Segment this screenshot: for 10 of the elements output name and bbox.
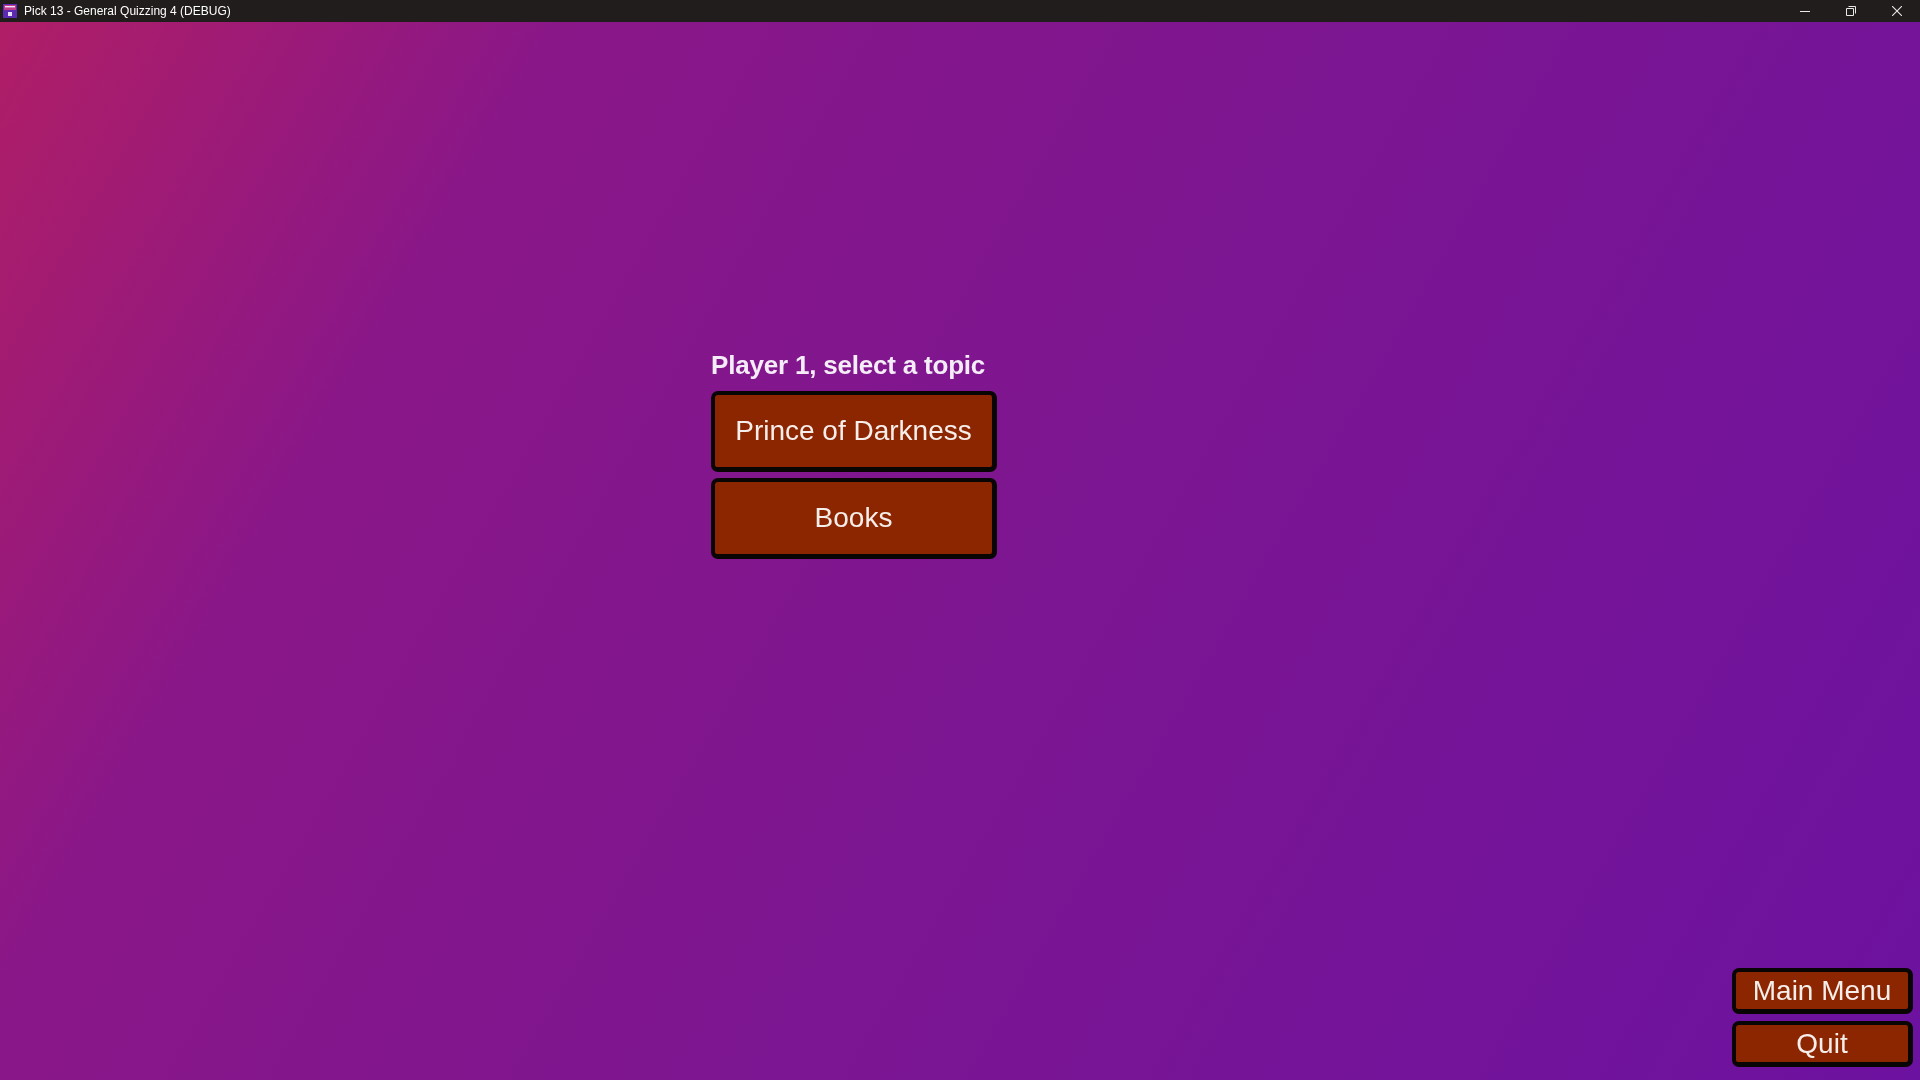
quit-button[interactable]: Quit [1732,1021,1913,1067]
restore-icon [1846,6,1856,16]
topic-button[interactable]: Prince of Darkness [711,391,997,472]
window-title: Pick 13 - General Quizzing 4 (DEBUG) [24,4,231,18]
minimize-icon [1800,10,1810,12]
app-icon [3,4,17,18]
prompt-heading: Player 1, select a topic [711,352,987,378]
topic-button[interactable]: Books [711,478,997,559]
main-menu-button[interactable]: Main Menu [1732,968,1913,1014]
close-icon [1892,6,1902,16]
